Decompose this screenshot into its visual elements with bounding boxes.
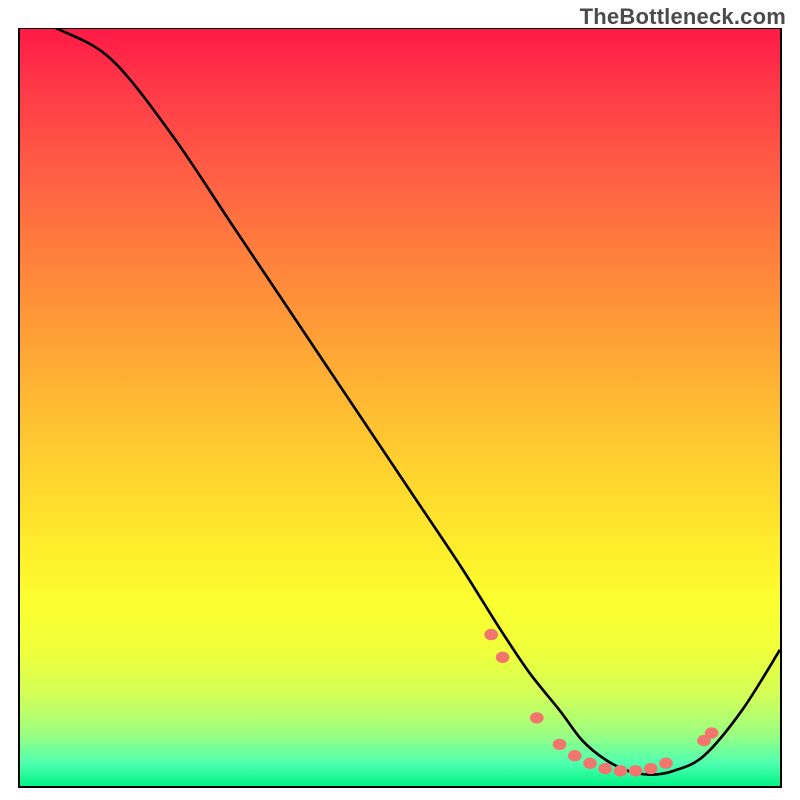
- chart-frame: TheBottleneck.com: [0, 0, 800, 800]
- highlight-dot: [496, 652, 510, 663]
- highlight-dot: [530, 712, 544, 723]
- highlight-dot: [583, 758, 597, 769]
- highlight-dot: [644, 763, 658, 774]
- highlight-dot: [659, 758, 673, 769]
- highlight-dot: [598, 763, 612, 774]
- highlight-dot: [484, 629, 498, 640]
- highlight-dot: [614, 765, 628, 776]
- plot-area: [18, 28, 782, 788]
- bottleneck-curve-path: [20, 29, 780, 775]
- highlight-dots-group: [484, 629, 718, 777]
- highlight-dot: [568, 750, 582, 761]
- curve-svg: [20, 29, 780, 786]
- highlight-dot: [705, 727, 719, 738]
- highlight-dot: [553, 739, 567, 750]
- watermark-text: TheBottleneck.com: [580, 4, 786, 30]
- highlight-dot: [629, 765, 643, 776]
